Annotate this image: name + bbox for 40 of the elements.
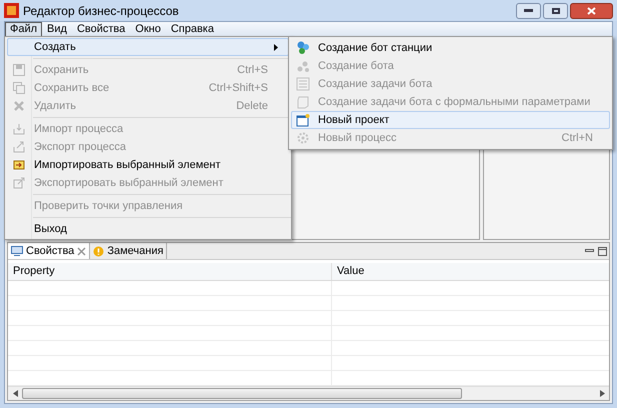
menu-item[interactable]: Свойства bbox=[72, 22, 130, 37]
menu-entry[interactable]: Импортировать выбранный элемент bbox=[7, 156, 289, 174]
minimize-button[interactable] bbox=[516, 2, 541, 18]
submenu-arrow-icon bbox=[274, 44, 278, 50]
new-project-icon bbox=[296, 113, 310, 127]
scroll-icon bbox=[296, 95, 310, 109]
menu-entry[interactable]: Создание бот станции bbox=[291, 39, 610, 57]
app-logo-icon bbox=[4, 3, 19, 18]
scroll-left-icon[interactable] bbox=[12, 390, 18, 397]
import-icon bbox=[13, 123, 25, 135]
menu-entry[interactable]: Создать bbox=[7, 38, 289, 56]
horizontal-scrollbar[interactable] bbox=[8, 386, 609, 400]
column-header[interactable]: Property bbox=[8, 263, 332, 280]
menu-entry[interactable]: Выход bbox=[7, 220, 289, 238]
menu-item[interactable]: Файл bbox=[5, 22, 42, 37]
close-icon bbox=[587, 6, 596, 14]
properties-icon bbox=[11, 246, 23, 256]
maximize-view-icon[interactable] bbox=[598, 246, 607, 256]
scroll-right-icon[interactable] bbox=[600, 390, 604, 397]
close-tab-icon[interactable] bbox=[77, 246, 86, 256]
scrollbar-thumb[interactable] bbox=[22, 388, 462, 399]
column-header[interactable]: Value bbox=[332, 263, 609, 280]
menu-entry[interactable]: Новый проект bbox=[291, 111, 610, 129]
import-element-icon bbox=[13, 159, 25, 171]
bot-icon bbox=[296, 59, 310, 73]
gear-icon bbox=[296, 131, 310, 145]
menu-item[interactable]: Окно bbox=[130, 22, 166, 37]
panel-tab[interactable]: Свойства bbox=[8, 243, 90, 259]
warning-icon bbox=[93, 246, 104, 256]
menu-item[interactable]: Вид bbox=[42, 22, 72, 37]
export-element-icon bbox=[13, 177, 25, 189]
menu-item[interactable]: Справка bbox=[166, 22, 219, 37]
maximize-button[interactable] bbox=[543, 2, 568, 18]
delete-icon bbox=[13, 100, 25, 112]
floppy-disks-icon bbox=[13, 82, 25, 94]
window-title: Редактор бизнес-процессов bbox=[23, 2, 179, 20]
bots-icon bbox=[296, 41, 310, 55]
close-button[interactable] bbox=[570, 2, 613, 18]
task-icon bbox=[296, 77, 310, 91]
export-icon bbox=[13, 141, 25, 153]
